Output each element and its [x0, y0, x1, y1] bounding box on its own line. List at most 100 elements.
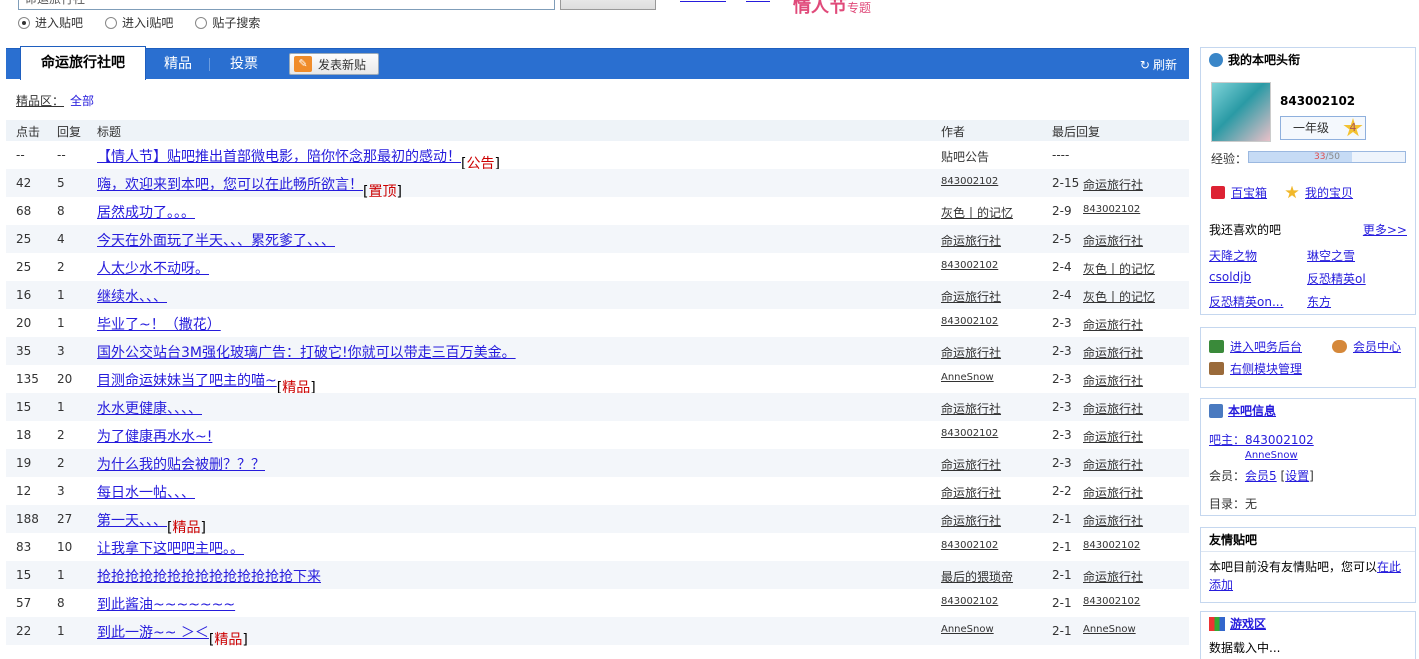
crumb-all-link[interactable]: 全部 [70, 94, 94, 108]
thread-title-link[interactable]: 抢抢抢抢抢抢抢抢抢抢抢抢抢抢下来 [97, 569, 321, 585]
author-link[interactable]: 843002102 [941, 316, 998, 327]
last-reply-author[interactable]: AnneSnow [1083, 624, 1136, 635]
thread-title-link[interactable]: 继续水、、、 [97, 289, 167, 305]
author-link[interactable]: 贴吧公告 [941, 148, 989, 165]
owner-link[interactable]: 843002102 [1245, 433, 1314, 447]
thread-title-cell: 继续水、、、 [97, 286, 167, 306]
tab-vote[interactable]: 投票 [222, 49, 266, 79]
radio-enter-ibar[interactable]: 进入i贴吧 [105, 14, 173, 31]
last-reply-author[interactable]: 命运旅行社 [1083, 484, 1143, 501]
thread-title-link[interactable]: 国外公交站台3M强化玻璃广告：打破它!你就可以带走三百万美金。 [97, 345, 516, 361]
more-link[interactable]: 更多>> [1363, 221, 1407, 238]
liked-bar-link[interactable]: 反恐精英on... [1209, 293, 1307, 310]
thread-title-link[interactable]: 人太少水不动呀。 [97, 261, 209, 277]
last-reply-author[interactable]: 命运旅行社 [1083, 176, 1143, 193]
liked-bar-link[interactable]: 反恐精英ol [1307, 270, 1405, 287]
refresh-button[interactable]: ↻ 刷新 [1140, 56, 1177, 73]
author-link[interactable]: 命运旅行社 [941, 484, 1001, 501]
author-link[interactable]: 命运旅行社 [941, 344, 1001, 361]
last-reply-author[interactable]: 843002102 [1083, 204, 1140, 215]
last-reply-author[interactable]: 命运旅行社 [1083, 232, 1143, 249]
top-link[interactable] [746, 0, 770, 2]
last-reply-author[interactable]: 灰色丨的记忆 [1083, 260, 1155, 277]
thread-title-link[interactable]: 居然成功了。。。 [97, 205, 195, 221]
treasure-box-link[interactable]: 百宝箱 [1211, 184, 1267, 201]
last-reply-author[interactable]: 命运旅行社 [1083, 372, 1143, 389]
thread-title-link[interactable]: 水水更健康、、、、 [97, 401, 202, 417]
liked-bar-link[interactable]: csoldjb [1209, 270, 1307, 287]
author-link[interactable]: AnneSnow [941, 624, 994, 635]
top-link[interactable] [680, 0, 726, 2]
settings-link[interactable]: 设置 [1285, 469, 1309, 483]
last-reply-author[interactable]: 命运旅行社 [1083, 568, 1143, 585]
last-reply-author[interactable]: 命运旅行社 [1083, 400, 1143, 417]
my-treasure-link[interactable]: 我的宝贝 [1285, 184, 1353, 201]
admin-backend-link[interactable]: 进入吧务后台 [1209, 338, 1302, 355]
thread-title-link[interactable]: 毕业了~！（撒花） [97, 317, 221, 333]
panel-title: 我的本吧头衔 [1228, 53, 1301, 67]
last-reply-author[interactable]: 灰色丨的记忆 [1083, 288, 1155, 305]
author-link[interactable]: 843002102 [941, 260, 998, 271]
last-reply-author[interactable]: 命运旅行社 [1083, 316, 1143, 333]
new-post-button[interactable]: ✎ 发表新贴 [289, 53, 379, 75]
module-manage-link[interactable]: 右侧模块管理 [1209, 360, 1302, 377]
author-link[interactable]: 命运旅行社 [941, 232, 1001, 249]
last-reply-author[interactable]: 命运旅行社 [1083, 428, 1143, 445]
thread-title-link[interactable]: 到此一游~~ ＞＜ [97, 625, 209, 641]
author-link[interactable]: 灰色丨的记忆 [941, 204, 1013, 221]
thread-title-link[interactable]: 到此酱油~~~~~~~ [97, 597, 235, 613]
radio-enter-bar[interactable]: 进入贴吧 [18, 14, 83, 31]
user-name[interactable]: 843002102 [1280, 94, 1355, 108]
liked-bar-link[interactable]: 东方 [1307, 293, 1405, 310]
thread-title-link[interactable]: 每日水一帖、、、 [97, 485, 195, 501]
tab-forum-home[interactable]: 命运旅行社吧 [20, 46, 146, 80]
thread-title-link[interactable]: 目测命运妹妹当了吧主的喵~ [97, 373, 277, 389]
search-input[interactable] [18, 0, 555, 10]
last-reply-author[interactable]: 命运旅行社 [1083, 344, 1143, 361]
exp-max: /50 [1325, 152, 1340, 162]
author-link[interactable]: 843002102 [941, 596, 998, 607]
valentine-promo[interactable]: 情人节专题 [793, 0, 871, 17]
thread-title-link[interactable]: 今天在外面玩了半天、、、累死爹了、、、 [97, 233, 335, 249]
author-link[interactable]: 命运旅行社 [941, 400, 1001, 417]
thread-title-link[interactable]: 为什么我的贴会被删？？？ [97, 457, 265, 473]
owner-link[interactable]: AnneSnow [1245, 450, 1298, 461]
last-reply-author[interactable]: 命运旅行社 [1083, 512, 1143, 529]
author-link[interactable]: 843002102 [941, 540, 998, 551]
table-row: 20 1 毕业了~！（撒花） 843002102 2-3 命运旅行社 [6, 309, 1189, 337]
thread-title-link[interactable]: 为了健康再水水~! [97, 429, 212, 445]
thread-title-link[interactable]: 第一天、、、 [97, 513, 167, 529]
last-reply-author[interactable]: 843002102 [1083, 540, 1140, 551]
thread-title-link[interactable]: 让我拿下这吧吧主吧。。 [97, 541, 244, 557]
member-count-link[interactable]: 会员5 [1245, 469, 1277, 483]
forum-info-title[interactable]: 本吧信息 [1228, 399, 1276, 423]
thread-title-link[interactable]: 【情人节】贴吧推出首部微电影，陪你怀念那最初的感动！ [97, 149, 461, 165]
table-row: 42 5 嗨，欢迎来到本吧，您可以在此畅所欲言！ [置顶] 843002102 2-15 命… [6, 169, 1189, 200]
last-reply-author[interactable]: 命运旅行社 [1083, 456, 1143, 473]
search-button[interactable] [560, 0, 656, 10]
owner-label[interactable]: 吧主： [1209, 433, 1245, 447]
author-link[interactable]: 843002102 [941, 176, 998, 187]
author-link[interactable]: 命运旅行社 [941, 288, 1001, 305]
tab-jingpin[interactable]: 精品 [156, 49, 200, 79]
last-reply-date: 2-3 [1052, 344, 1072, 358]
reply-count: 1 [57, 316, 65, 330]
radio-post-search[interactable]: 贴子搜索 [195, 14, 260, 31]
last-reply-author[interactable]: 843002102 [1083, 596, 1140, 607]
click-count: 16 [16, 288, 32, 302]
game-zone-title[interactable]: 游戏区 [1230, 612, 1266, 636]
thread-title-link[interactable]: 嗨，欢迎来到本吧，您可以在此畅所欲言！ [97, 177, 363, 193]
liked-bar-link[interactable]: 天降之物 [1209, 247, 1307, 264]
author-link[interactable]: 命运旅行社 [941, 456, 1001, 473]
col-author: 作者 [941, 125, 966, 139]
liked-bar-link[interactable]: 琳空之雪 [1307, 247, 1405, 264]
author-link[interactable]: 命运旅行社 [941, 512, 1001, 529]
member-center-link[interactable]: 会员中心 [1332, 338, 1401, 355]
avatar[interactable] [1211, 82, 1271, 142]
last-reply-date: 2-3 [1052, 316, 1072, 330]
author-link[interactable]: 843002102 [941, 428, 998, 439]
author-link[interactable]: AnneSnow [941, 372, 994, 383]
last-reply-date: 2-5 [1052, 232, 1072, 246]
author-link[interactable]: 最后的猥琐帝 [941, 568, 1013, 585]
table-row: 135 20 目测命运妹妹当了吧主的喵~ [精品] AnneSnow 2-3 命运旅行社 [6, 365, 1189, 396]
